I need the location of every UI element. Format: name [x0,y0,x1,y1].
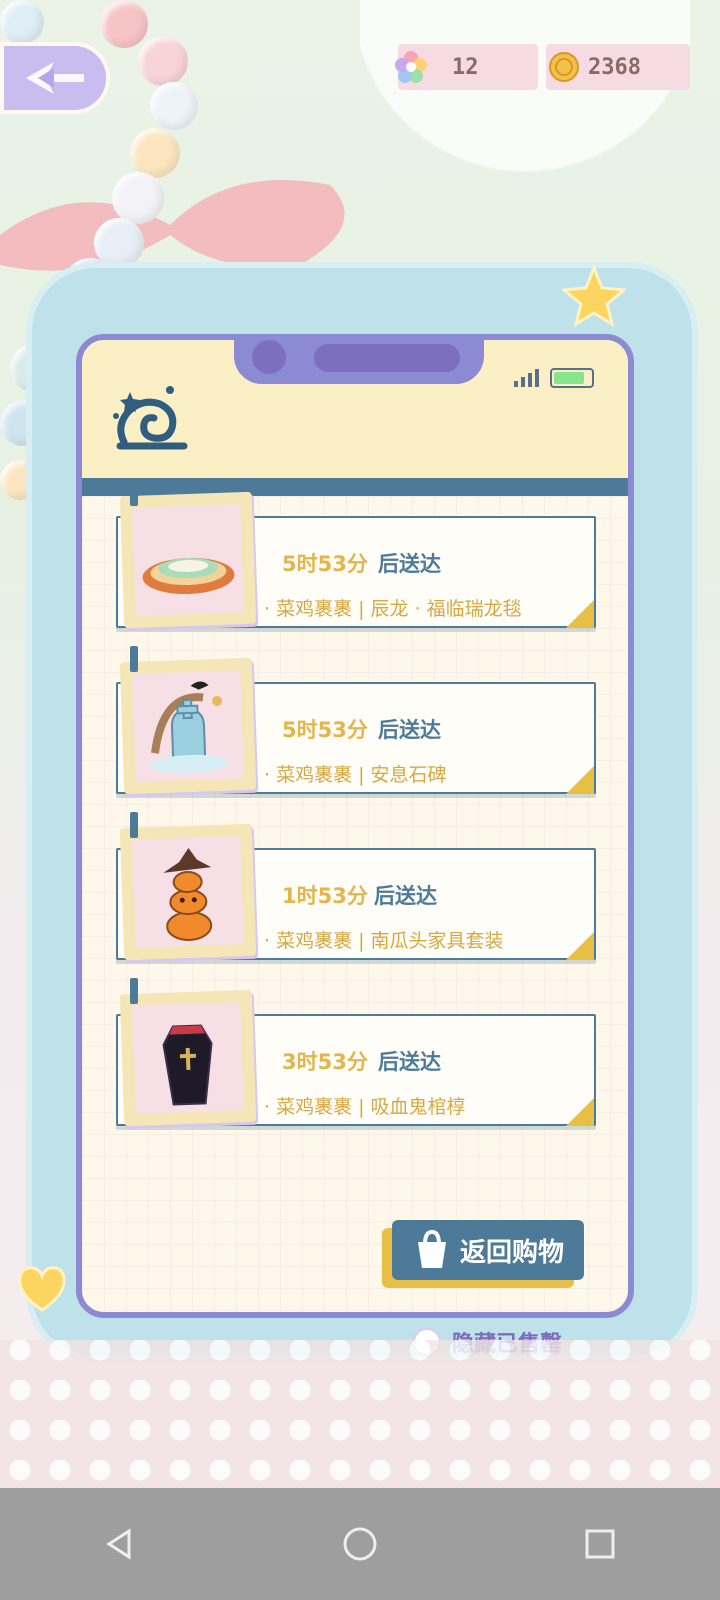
coin-currency: 2368 [546,44,690,90]
circle-home-icon [343,1527,377,1561]
rainbow-flower-icon [395,51,427,83]
tombstone-thumbnail [149,681,230,774]
order-description: · 菜鸡裹裹 | 南瓜头家具套装 [264,930,504,952]
star-currency: 12 [395,44,538,90]
back-button[interactable] [0,42,110,114]
pumpkin-thumbnail [163,847,213,941]
order-item[interactable]: 5时53分 后送达 · 菜鸡裹裹 | 辰龙 · 福临瑞龙毯 [116,480,596,629]
coin-count: 2368 [588,54,641,80]
battery-icon [550,368,594,388]
rug-thumbnail [142,557,235,595]
delivery-suffix: 后送达 [378,718,441,742]
nav-back-button[interactable] [90,1514,150,1574]
order-item[interactable]: 5时53分 后送达 · 菜鸡裹裹 | 安息石碑 [116,646,596,795]
star-count: 12 [452,54,479,80]
signal-icon [514,369,539,387]
phone-notch [234,340,484,384]
status-bar [514,368,594,388]
delivery-suffix: 后送达 [374,884,437,908]
nav-home-button[interactable] [330,1514,390,1574]
background-lace [360,0,690,230]
delivery-suffix: 后送达 [378,1050,441,1074]
order-description: · 菜鸡裹裹 | 辰龙 · 福临瑞龙毯 [264,598,522,620]
shopping-bag-icon [417,1229,446,1268]
star-decoration-icon [562,264,626,328]
coffin-thumbnail [162,1024,213,1106]
delivery-suffix: 后送达 [378,552,441,576]
order-item[interactable]: 1时53分 后送达 · 菜鸡裹裹 | 南瓜头家具套装 [116,812,596,961]
order-description: · 菜鸡裹裹 | 安息石碑 [264,764,447,786]
back-to-shop-button[interactable]: 返回购物 [392,1220,584,1280]
system-navigation-bar [0,1488,720,1600]
order-item[interactable]: 3时53分 后送达 · 菜鸡裹裹 | 吸血鬼棺椁 [116,978,596,1127]
square-recents-icon [585,1529,615,1559]
gold-coin-icon [549,52,579,82]
delivery-time: 5时53分 [282,718,368,742]
triangle-back-icon [106,1528,131,1560]
delivery-time: 3时53分 [282,1050,368,1074]
back-arrow-icon [26,62,84,94]
snail-logo-icon [113,386,188,450]
nav-recents-button[interactable] [570,1514,630,1574]
delivery-time: 1时53分 [282,884,368,908]
delivery-time: 5时53分 [282,552,368,576]
back-to-shop-label: 返回购物 [459,1237,564,1268]
bottom-lace [0,1340,720,1490]
heart-decoration-icon [18,1266,66,1312]
order-description: · 菜鸡裹裹 | 吸血鬼棺椁 [264,1096,466,1118]
